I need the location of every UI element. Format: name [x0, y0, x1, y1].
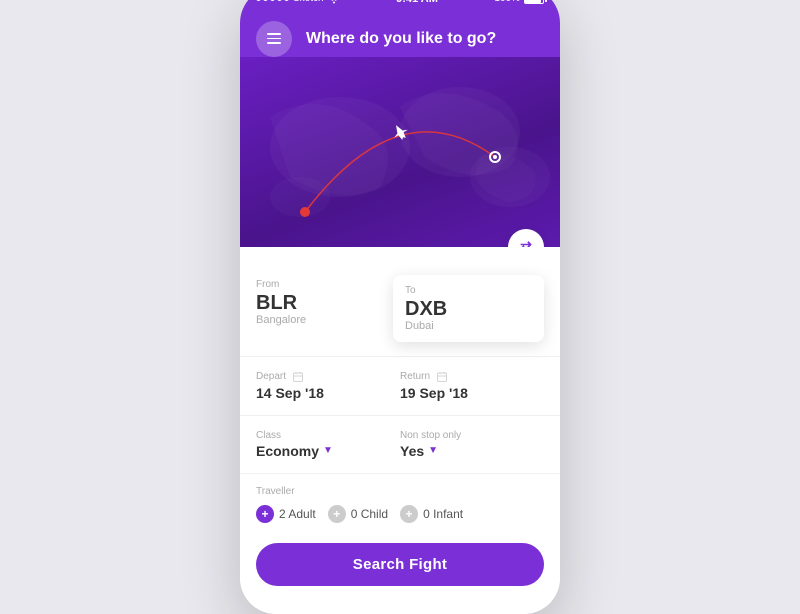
child-plus-icon[interactable]: + [328, 505, 346, 523]
return-field[interactable]: Return 19 Sep '18 [400, 371, 544, 401]
calendar-icon-return [436, 371, 448, 383]
return-value: 19 Sep '18 [400, 385, 544, 401]
infant-count-item[interactable]: + 0 Infant [400, 505, 463, 523]
infant-count: 0 Infant [423, 507, 463, 521]
traveller-counts: + 2 Adult + 0 Child + 0 Infant [256, 505, 544, 523]
child-count: 0 Child [351, 507, 388, 521]
class-row: Class Economy ▼ Non stop only Yes ▼ [240, 416, 560, 474]
class-dropdown-arrow: ▼ [323, 445, 333, 456]
depart-value: 14 Sep '18 [256, 385, 400, 401]
status-time: 9:41 AM [396, 0, 438, 5]
route-row: From BLR Bangalore To DXB Dubai [240, 247, 560, 357]
to-field[interactable]: To DXB Dubai [393, 275, 544, 342]
to-code: DXB [405, 298, 532, 320]
nonstop-dropdown-arrow: ▼ [428, 445, 438, 456]
depart-field[interactable]: Depart 14 Sep '18 [256, 371, 400, 401]
child-count-item[interactable]: + 0 Child [328, 505, 388, 523]
traveller-row: Traveller + 2 Adult + 0 Child + 0 Infant [240, 474, 560, 537]
battery-icon [524, 0, 544, 4]
adult-plus-icon[interactable]: + [256, 505, 274, 523]
header: Where do you like to go? [240, 11, 560, 57]
wifi-icon [328, 0, 340, 4]
from-code: BLR [256, 292, 383, 314]
menu-button[interactable] [256, 21, 292, 57]
infant-plus-icon[interactable]: + [400, 505, 418, 523]
from-field[interactable]: From BLR Bangalore [256, 275, 383, 342]
status-bar: Sketch 9:41 AM 100% [240, 0, 560, 11]
map-area: ⇄ [240, 57, 560, 247]
battery-percent: 100% [494, 0, 520, 4]
swap-icon: ⇄ [520, 238, 532, 247]
adult-count: 2 Adult [279, 507, 316, 521]
nonstop-value: Yes ▼ [400, 443, 544, 459]
search-flight-button[interactable]: Search Fight [256, 543, 544, 586]
phone-frame: Sketch 9:41 AM 100% Where do you like to… [240, 0, 560, 614]
class-label: Class [256, 430, 400, 441]
return-label: Return [400, 371, 544, 383]
nonstop-field[interactable]: Non stop only Yes ▼ [400, 430, 544, 459]
to-label: To [405, 285, 532, 296]
form-section: From BLR Bangalore To DXB Dubai Depart [240, 247, 560, 614]
header-title: Where do you like to go? [306, 30, 496, 48]
depart-label: Depart [256, 371, 400, 383]
search-btn-wrapper: Search Fight [240, 537, 560, 604]
hamburger-icon [267, 33, 281, 44]
calendar-icon-depart [292, 371, 304, 383]
from-label: From [256, 279, 383, 290]
carrier-label: Sketch [293, 0, 324, 4]
status-right: 100% [494, 0, 544, 4]
status-left: Sketch [256, 0, 340, 4]
signal-dots [256, 0, 289, 1]
traveller-label: Traveller [256, 486, 544, 497]
class-field[interactable]: Class Economy ▼ [256, 430, 400, 459]
date-row: Depart 14 Sep '18 Return [240, 357, 560, 416]
nonstop-label: Non stop only [400, 430, 544, 441]
from-city: Bangalore [256, 314, 383, 326]
flight-path-svg [240, 57, 560, 247]
adult-count-item[interactable]: + 2 Adult [256, 505, 316, 523]
class-value: Economy ▼ [256, 443, 400, 459]
to-city: Dubai [405, 320, 532, 332]
